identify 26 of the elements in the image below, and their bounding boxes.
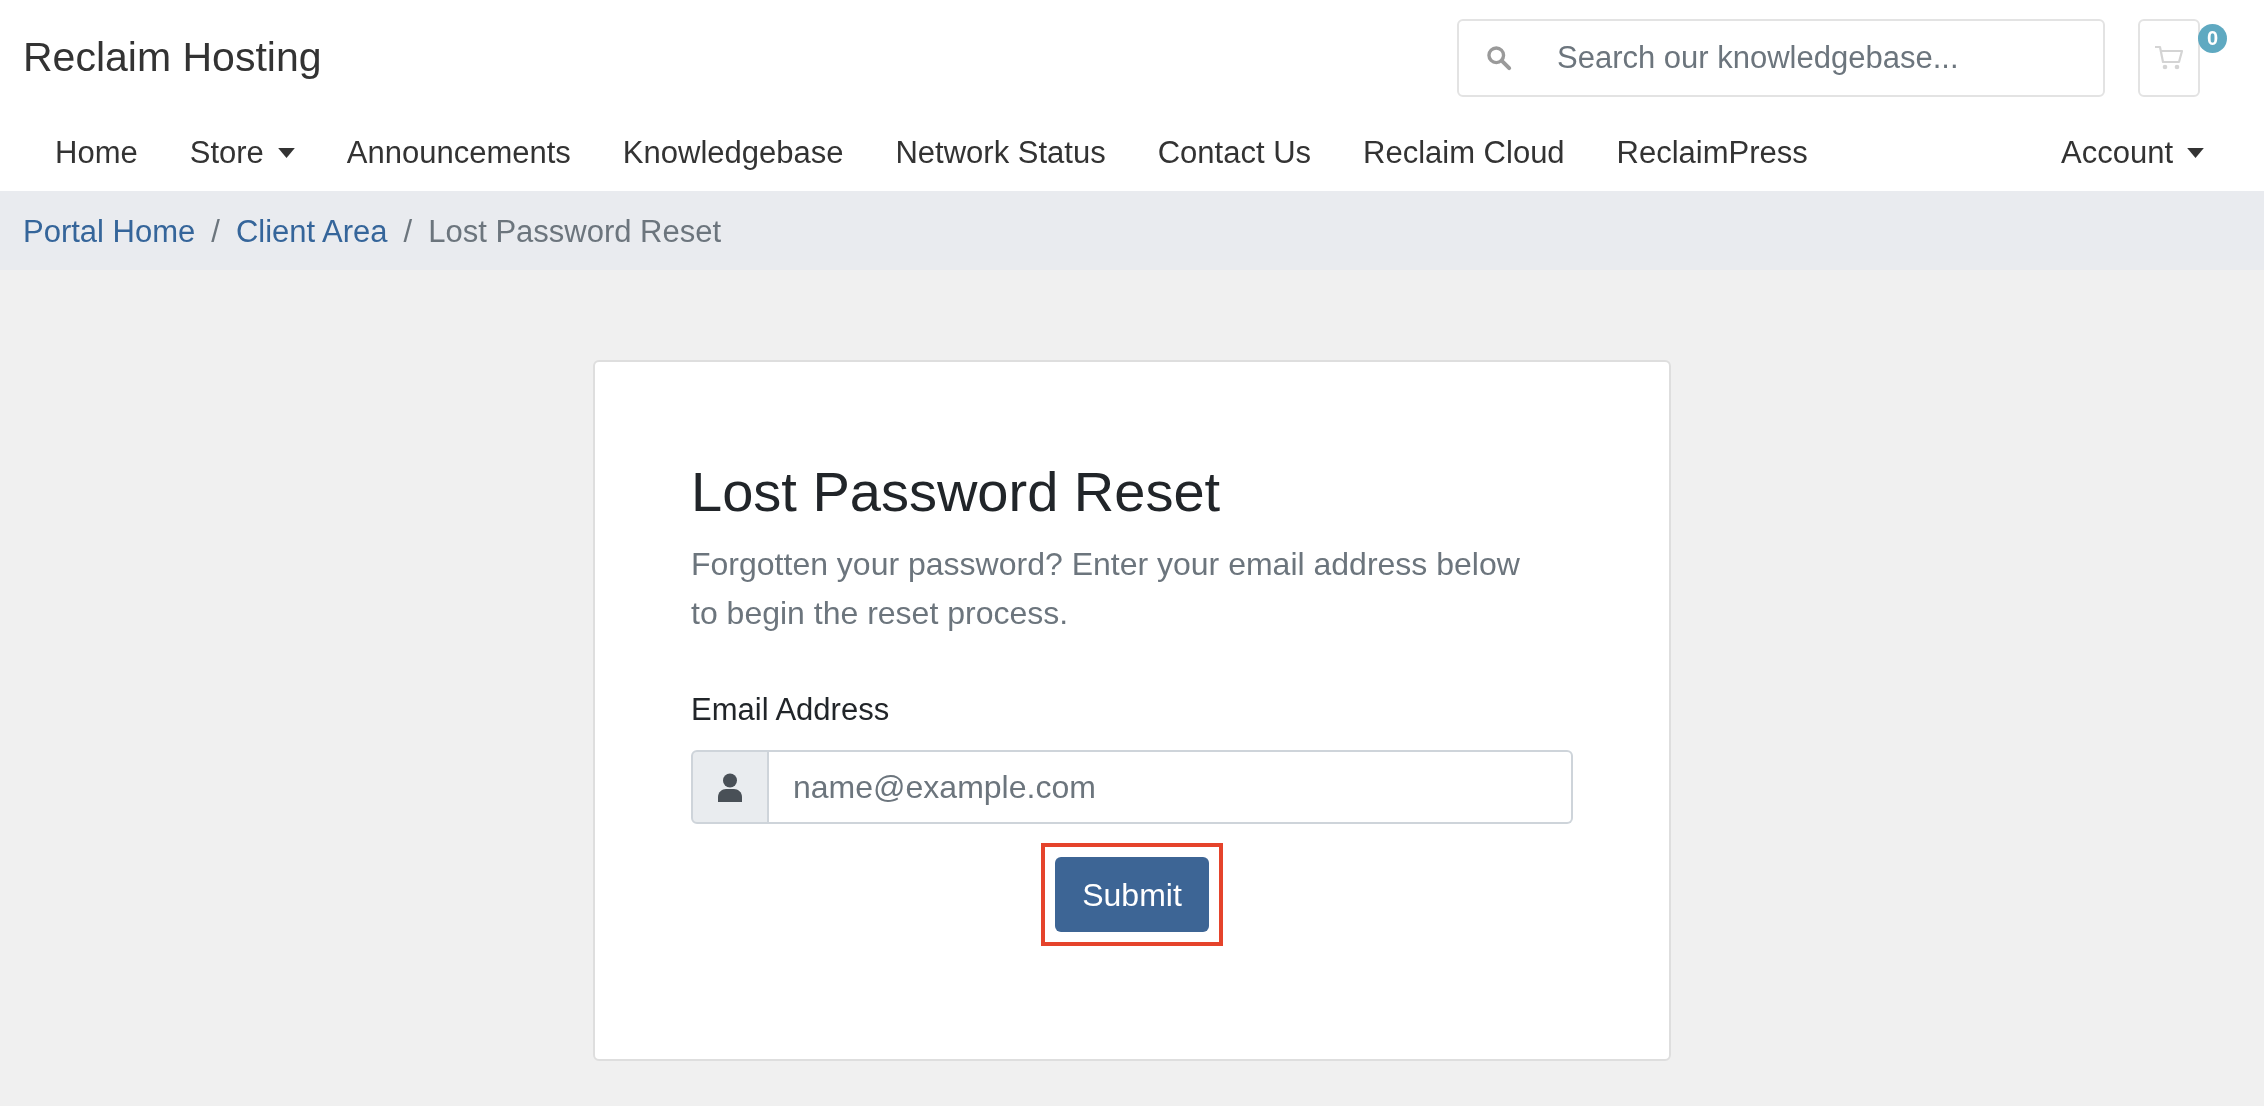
site-logo[interactable]: Reclaim Hosting (23, 26, 322, 89)
nav-link[interactable]: Home (29, 129, 164, 177)
nav-link[interactable]: Announcements (320, 129, 597, 177)
nav-link[interactable]: Knowledgebase (596, 129, 870, 177)
cart-button[interactable] (2138, 18, 2200, 97)
search-field[interactable]: Search our knowledgebase... (1457, 18, 2105, 97)
user-icon (691, 750, 769, 824)
nav-link[interactable]: Store (163, 129, 321, 177)
nav-link[interactable]: Reclaim Cloud (1337, 129, 1591, 177)
nav-link[interactable]: Network Status (869, 129, 1132, 177)
breadcrumb-link[interactable]: Portal Home (23, 208, 196, 256)
page-heading: Lost Password Reset (691, 460, 1222, 524)
account-menu[interactable]: Account (2035, 129, 2230, 177)
breadcrumb-separator: / (211, 212, 220, 251)
breadcrumb-link[interactable]: Client Area (235, 208, 388, 256)
nav-link[interactable]: ReclaimPress (1590, 129, 1834, 177)
email-field[interactable]: name@example.com (769, 750, 1573, 824)
cart-icon (2154, 44, 2184, 71)
nav-link[interactable]: Contact Us (1131, 129, 1338, 177)
cart-count-badge: 0 (2198, 23, 2227, 53)
email-label: Email Address (691, 691, 891, 729)
search-icon (1485, 43, 1512, 71)
breadcrumb-separator: / (403, 212, 413, 251)
instructions-text: Forgotten your password? Enter your email address below to begin the reset process. (691, 545, 1521, 633)
breadcrumb-current: Lost Password Reset (428, 212, 722, 251)
submit-button[interactable]: Submit (1055, 857, 1209, 932)
